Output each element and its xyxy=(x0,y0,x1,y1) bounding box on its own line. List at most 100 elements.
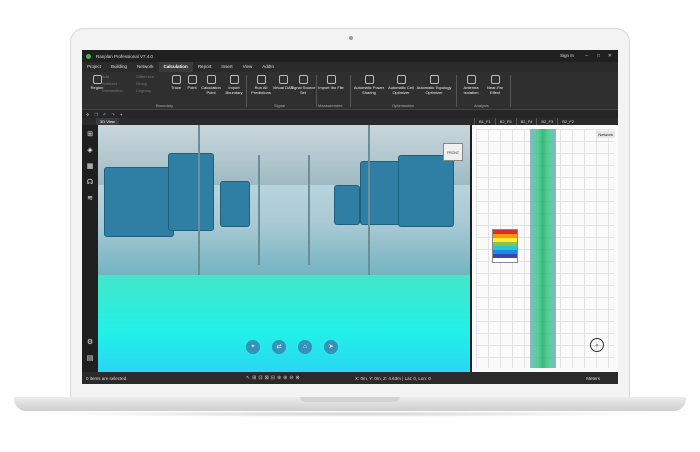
menu-report[interactable]: Report xyxy=(193,62,217,72)
automatic-cell-optimizer-button[interactable]: Automatic Cell Optimizer xyxy=(386,75,416,95)
ribbon-separator xyxy=(510,75,511,107)
camera-dot xyxy=(349,36,353,40)
walk-icon[interactable]: ⌖ xyxy=(246,340,260,354)
app-title: Ranplan Professional V7.4.0 xyxy=(96,53,154,59)
laptop-shadow xyxy=(40,411,660,417)
topology-optimizer-icon xyxy=(429,75,439,84)
antenna-icon[interactable]: ☊ xyxy=(86,179,94,186)
grab-pole xyxy=(368,125,370,275)
grab-pole xyxy=(308,155,310,265)
group-label-optimisation: Optimisation xyxy=(392,103,415,108)
group-label-analysis: Analysis xyxy=(474,103,489,108)
group-label-signal: Signal xyxy=(274,103,286,108)
tab-floor[interactable]: B1_F1 xyxy=(474,118,495,125)
calculation-point-icon xyxy=(206,75,216,84)
import-boundary-icon xyxy=(229,75,239,84)
menu-insert[interactable]: Insert xyxy=(216,62,237,72)
quick-access-toolbar: ✥ ❐ ↶ ↷ ✦ xyxy=(82,110,618,118)
signal-icon[interactable]: ≋ xyxy=(86,195,94,202)
redo-icon[interactable]: ↷ xyxy=(111,112,114,117)
antenna-isolation-button[interactable]: Antenna Isolation xyxy=(458,75,484,95)
automatic-power-sharing-button[interactable]: Automatic Power Sharing xyxy=(352,75,386,95)
status-tool-icons[interactable]: ↖⊞⊡⊠⊟⊛⊕⊖⊗ xyxy=(246,375,302,381)
copy-icon[interactable]: ❐ xyxy=(94,112,98,117)
cell-optimizer-icon xyxy=(396,75,406,84)
units-selector[interactable]: Meters xyxy=(586,376,600,381)
sign-in-link[interactable]: Sign In xyxy=(560,53,574,58)
seat xyxy=(398,155,454,227)
subtract-button[interactable]: Subtract xyxy=(102,81,126,87)
coordinate-readout: X: 0m, Y: 0m, Z: 4.63m | Lat: 0, Lon: 0 xyxy=(355,375,431,381)
panel-title: Network xyxy=(596,131,615,138)
grab-pole xyxy=(198,125,200,275)
menu-calculation[interactable]: Calculation xyxy=(158,62,193,72)
undo-icon[interactable]: ↶ xyxy=(103,112,106,117)
selection-status: 0 items are selected. xyxy=(86,375,128,381)
view-cube[interactable]: FRONT xyxy=(443,143,463,161)
laptop-notch xyxy=(300,397,400,402)
hatch-icon[interactable]: ▦ xyxy=(86,163,94,170)
power-sharing-icon xyxy=(364,75,374,84)
seat xyxy=(168,153,214,231)
virtual-das-icon xyxy=(278,75,288,84)
group-label-measurement: Measurement xyxy=(318,103,343,108)
signal-source-set-button[interactable]: Signal Source Set xyxy=(290,75,316,95)
tab-floor[interactable]: B2_F4 xyxy=(515,118,537,125)
seat xyxy=(360,161,400,225)
grab-pole xyxy=(258,155,260,265)
swap-icon[interactable]: ⇄ xyxy=(272,340,286,354)
laptop-frame: Ranplan Professional V7.4.0 Sign In – □ … xyxy=(0,0,700,452)
tab-floor[interactable]: B2_F2 xyxy=(557,118,578,125)
status-bar: 0 items are selected. ↖⊞⊡⊠⊟⊛⊕⊖⊗ X: 0m, Y… xyxy=(82,372,618,384)
intersection-button[interactable]: Intersection xyxy=(102,88,134,94)
region-icon xyxy=(92,75,102,84)
ungroup-button[interactable]: Ungroup xyxy=(136,88,166,94)
plan-grid: ✧ xyxy=(476,129,614,368)
pin-icon[interactable]: ✦ xyxy=(120,112,123,117)
floor-plan-panel[interactable]: ✧ Network xyxy=(472,125,618,372)
tab-floor[interactable]: B2_F3 xyxy=(536,118,557,125)
coverage-legend xyxy=(492,229,518,263)
minimize-button[interactable]: – xyxy=(585,53,588,59)
menu-view[interactable]: View xyxy=(238,62,258,72)
train-coverage-map xyxy=(530,129,556,368)
import-file-icon xyxy=(326,75,336,84)
difference-button[interactable]: Difference xyxy=(136,74,166,80)
report-icon[interactable]: ▤ xyxy=(86,355,94,362)
group-button[interactable]: Group xyxy=(136,81,166,87)
fly-icon[interactable]: ➤ xyxy=(324,340,338,354)
group-label-boundary: Boundary xyxy=(156,103,174,108)
point-icon xyxy=(187,75,197,84)
network-icon[interactable]: ⊞ xyxy=(86,131,94,138)
title-bar: Ranplan Professional V7.4.0 Sign In – □ … xyxy=(82,50,618,62)
tab-floor[interactable]: B2_F5 xyxy=(494,118,516,125)
ribbon-separator xyxy=(316,75,317,107)
seat xyxy=(104,167,174,237)
menu-project[interactable]: Project xyxy=(82,62,106,72)
menu-network[interactable]: Network xyxy=(132,62,159,72)
tab-3d-view[interactable]: 3D View xyxy=(96,118,119,125)
seat xyxy=(334,185,360,225)
layers-icon[interactable]: ◈ xyxy=(86,147,94,154)
home-icon[interactable]: ⌂ xyxy=(298,340,312,354)
menu-building[interactable]: Building xyxy=(106,62,132,72)
menu-addin[interactable]: AddIn xyxy=(257,62,279,72)
ribbon-separator xyxy=(456,75,457,107)
maximize-button[interactable]: □ xyxy=(597,53,600,59)
import-ibo-file-button[interactable]: Import Ibo File xyxy=(318,75,344,91)
automatic-topology-optimizer-button[interactable]: Automatic Topology Optimizer xyxy=(416,75,452,95)
trace-icon xyxy=(171,75,181,84)
import-boundary-button[interactable]: Import Boundary xyxy=(221,75,247,95)
near-far-icon xyxy=(490,75,500,84)
ribbon-separator xyxy=(246,75,247,107)
app-logo-icon xyxy=(86,53,91,59)
run-icon xyxy=(256,75,266,84)
close-button[interactable]: ✕ xyxy=(608,53,612,59)
compass-icon: ✧ xyxy=(590,338,604,352)
pan-icon[interactable]: ✥ xyxy=(86,112,89,117)
add-button[interactable]: Add xyxy=(102,74,126,80)
3d-viewport[interactable]: FRONT ⌖ ⇄ ⌂ ➤ xyxy=(98,125,470,372)
seat xyxy=(220,181,250,227)
near-far-effect-button[interactable]: Near-Far Effect xyxy=(482,75,508,95)
settings-icon[interactable]: ⚙ xyxy=(86,339,94,346)
